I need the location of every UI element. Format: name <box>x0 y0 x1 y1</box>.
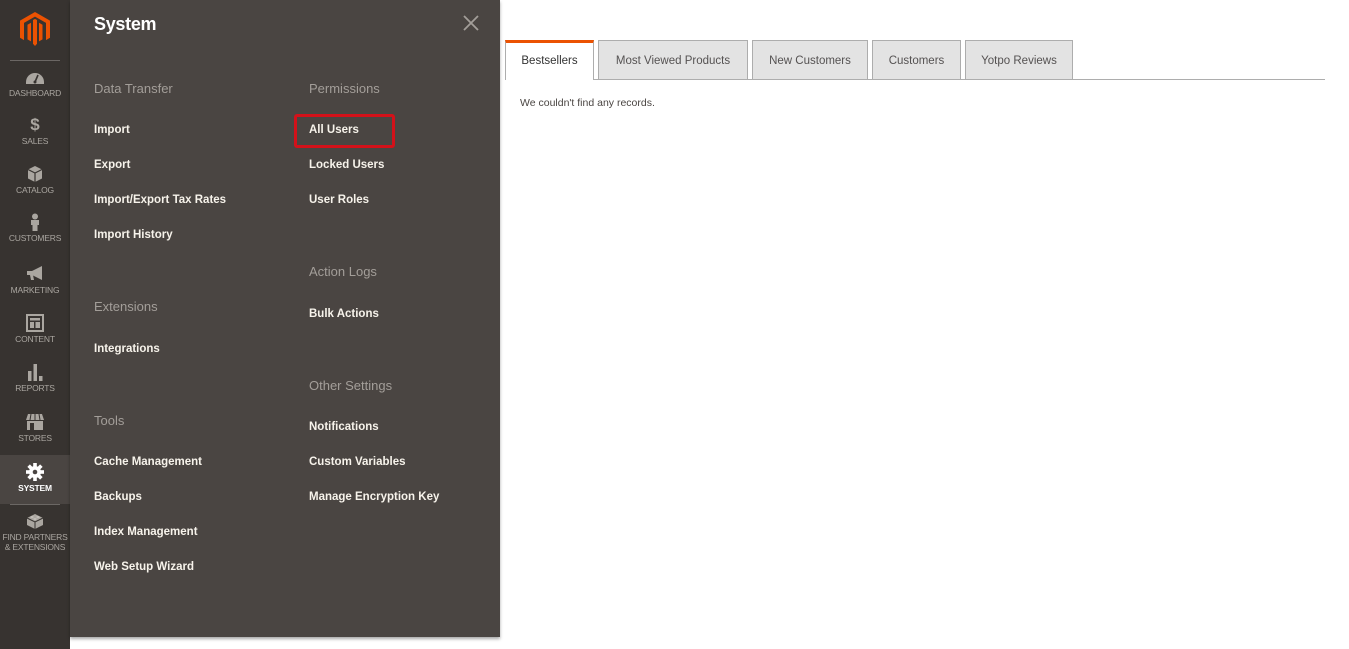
dashboard-tabs: Bestsellers Most Viewed Products New Cus… <box>505 40 1325 80</box>
menu-link-import[interactable]: Import <box>94 124 130 136</box>
section-title-extensions: Extensions <box>94 299 158 314</box>
layout-icon <box>26 314 44 332</box>
dashboard-icon <box>26 73 44 84</box>
sidebar-item-reports[interactable]: Reports <box>0 363 70 413</box>
tab-new-customers[interactable]: New Customers <box>752 40 868 79</box>
menu-link-export[interactable]: Export <box>94 159 130 171</box>
menu-link-locked-users[interactable]: Locked Users <box>309 159 384 171</box>
menu-link-user-roles[interactable]: User Roles <box>309 194 369 206</box>
menu-link-custom-variables[interactable]: Custom Variables <box>309 456 406 468</box>
sidebar-item-find-partners[interactable]: Find Partners & Extensions <box>0 512 70 558</box>
tab-customers[interactable]: Customers <box>872 40 961 79</box>
menu-link-web-setup-wizard[interactable]: Web Setup Wizard <box>94 561 194 573</box>
menu-link-integrations[interactable]: Integrations <box>94 343 160 355</box>
menu-link-import-history[interactable]: Import History <box>94 229 173 241</box>
section-title-tools: Tools <box>94 413 125 428</box>
close-icon[interactable] <box>462 14 480 32</box>
magento-logo-icon[interactable] <box>20 12 50 46</box>
menu-link-notifications[interactable]: Notifications <box>309 421 379 433</box>
storefront-icon <box>26 413 44 430</box>
dollar-icon: $ <box>30 115 40 134</box>
sidebar-item-label: Reports <box>15 383 55 393</box>
section-title-data-transfer: Data Transfer <box>94 81 173 96</box>
tab-most-viewed-products[interactable]: Most Viewed Products <box>598 40 748 79</box>
menu-link-backups[interactable]: Backups <box>94 491 142 503</box>
sidebar-item-label: Find Partners <box>2 532 68 542</box>
person-icon <box>31 213 39 231</box>
menu-link-cache-management[interactable]: Cache Management <box>94 456 202 468</box>
menu-link-all-users[interactable]: All Users <box>309 124 359 136</box>
box-icon <box>27 166 43 182</box>
menu-link-import-export-tax-rates[interactable]: Import/Export Tax Rates <box>94 194 226 206</box>
sidebar-item-label: Sales <box>21 136 49 146</box>
sidebar-item-dashboard[interactable]: Dashboard <box>0 68 70 118</box>
sidebar-item-label: Customers <box>8 233 62 243</box>
sidebar-item-catalog[interactable]: Catalog <box>0 165 70 215</box>
section-title-other-settings: Other Settings <box>309 378 393 393</box>
gear-icon <box>26 463 44 481</box>
sidebar-item-label-line2: & Extensions <box>4 542 66 552</box>
section-title-action-logs: Action Logs <box>309 264 377 279</box>
sidebar-item-sales[interactable]: $ Sales <box>0 116 70 166</box>
sidebar-item-label: Content <box>15 334 55 344</box>
sidebar-item-label: Marketing <box>10 285 60 295</box>
sidebar-item-marketing[interactable]: Marketing <box>0 265 70 315</box>
sidebar-item-content[interactable]: Content <box>0 314 70 364</box>
tab-bestsellers[interactable]: Bestsellers <box>505 40 594 80</box>
sidebar-item-label: Catalog <box>16 185 54 195</box>
panel-title: System <box>94 14 157 34</box>
sidebar-item-system[interactable]: System <box>0 455 70 505</box>
section-title-permissions: Permissions <box>309 81 380 96</box>
menu-link-manage-encryption-key[interactable]: Manage Encryption Key <box>309 491 439 503</box>
menu-link-bulk-actions[interactable]: Bulk Actions <box>309 308 379 320</box>
menu-link-index-management[interactable]: Index Management <box>94 526 198 538</box>
sidebar-item-label: System <box>18 483 52 493</box>
system-menu-panel: System Data Transfer Import Export Impor… <box>70 0 500 637</box>
sidebar-item-label: Dashboard <box>8 88 62 98</box>
brick-icon <box>26 514 44 529</box>
sidebar-item-label: Stores <box>18 433 52 443</box>
logo-divider <box>10 60 60 61</box>
megaphone-icon <box>27 266 42 280</box>
tab-yotpo-reviews[interactable]: Yotpo Reviews <box>965 40 1073 79</box>
admin-sidebar: Dashboard $ Sales Catalog Customers Mark… <box>0 0 70 649</box>
bar-chart-icon <box>28 364 43 381</box>
sidebar-item-customers[interactable]: Customers <box>0 213 70 263</box>
empty-state-message: We couldn't find any records. <box>520 97 655 109</box>
